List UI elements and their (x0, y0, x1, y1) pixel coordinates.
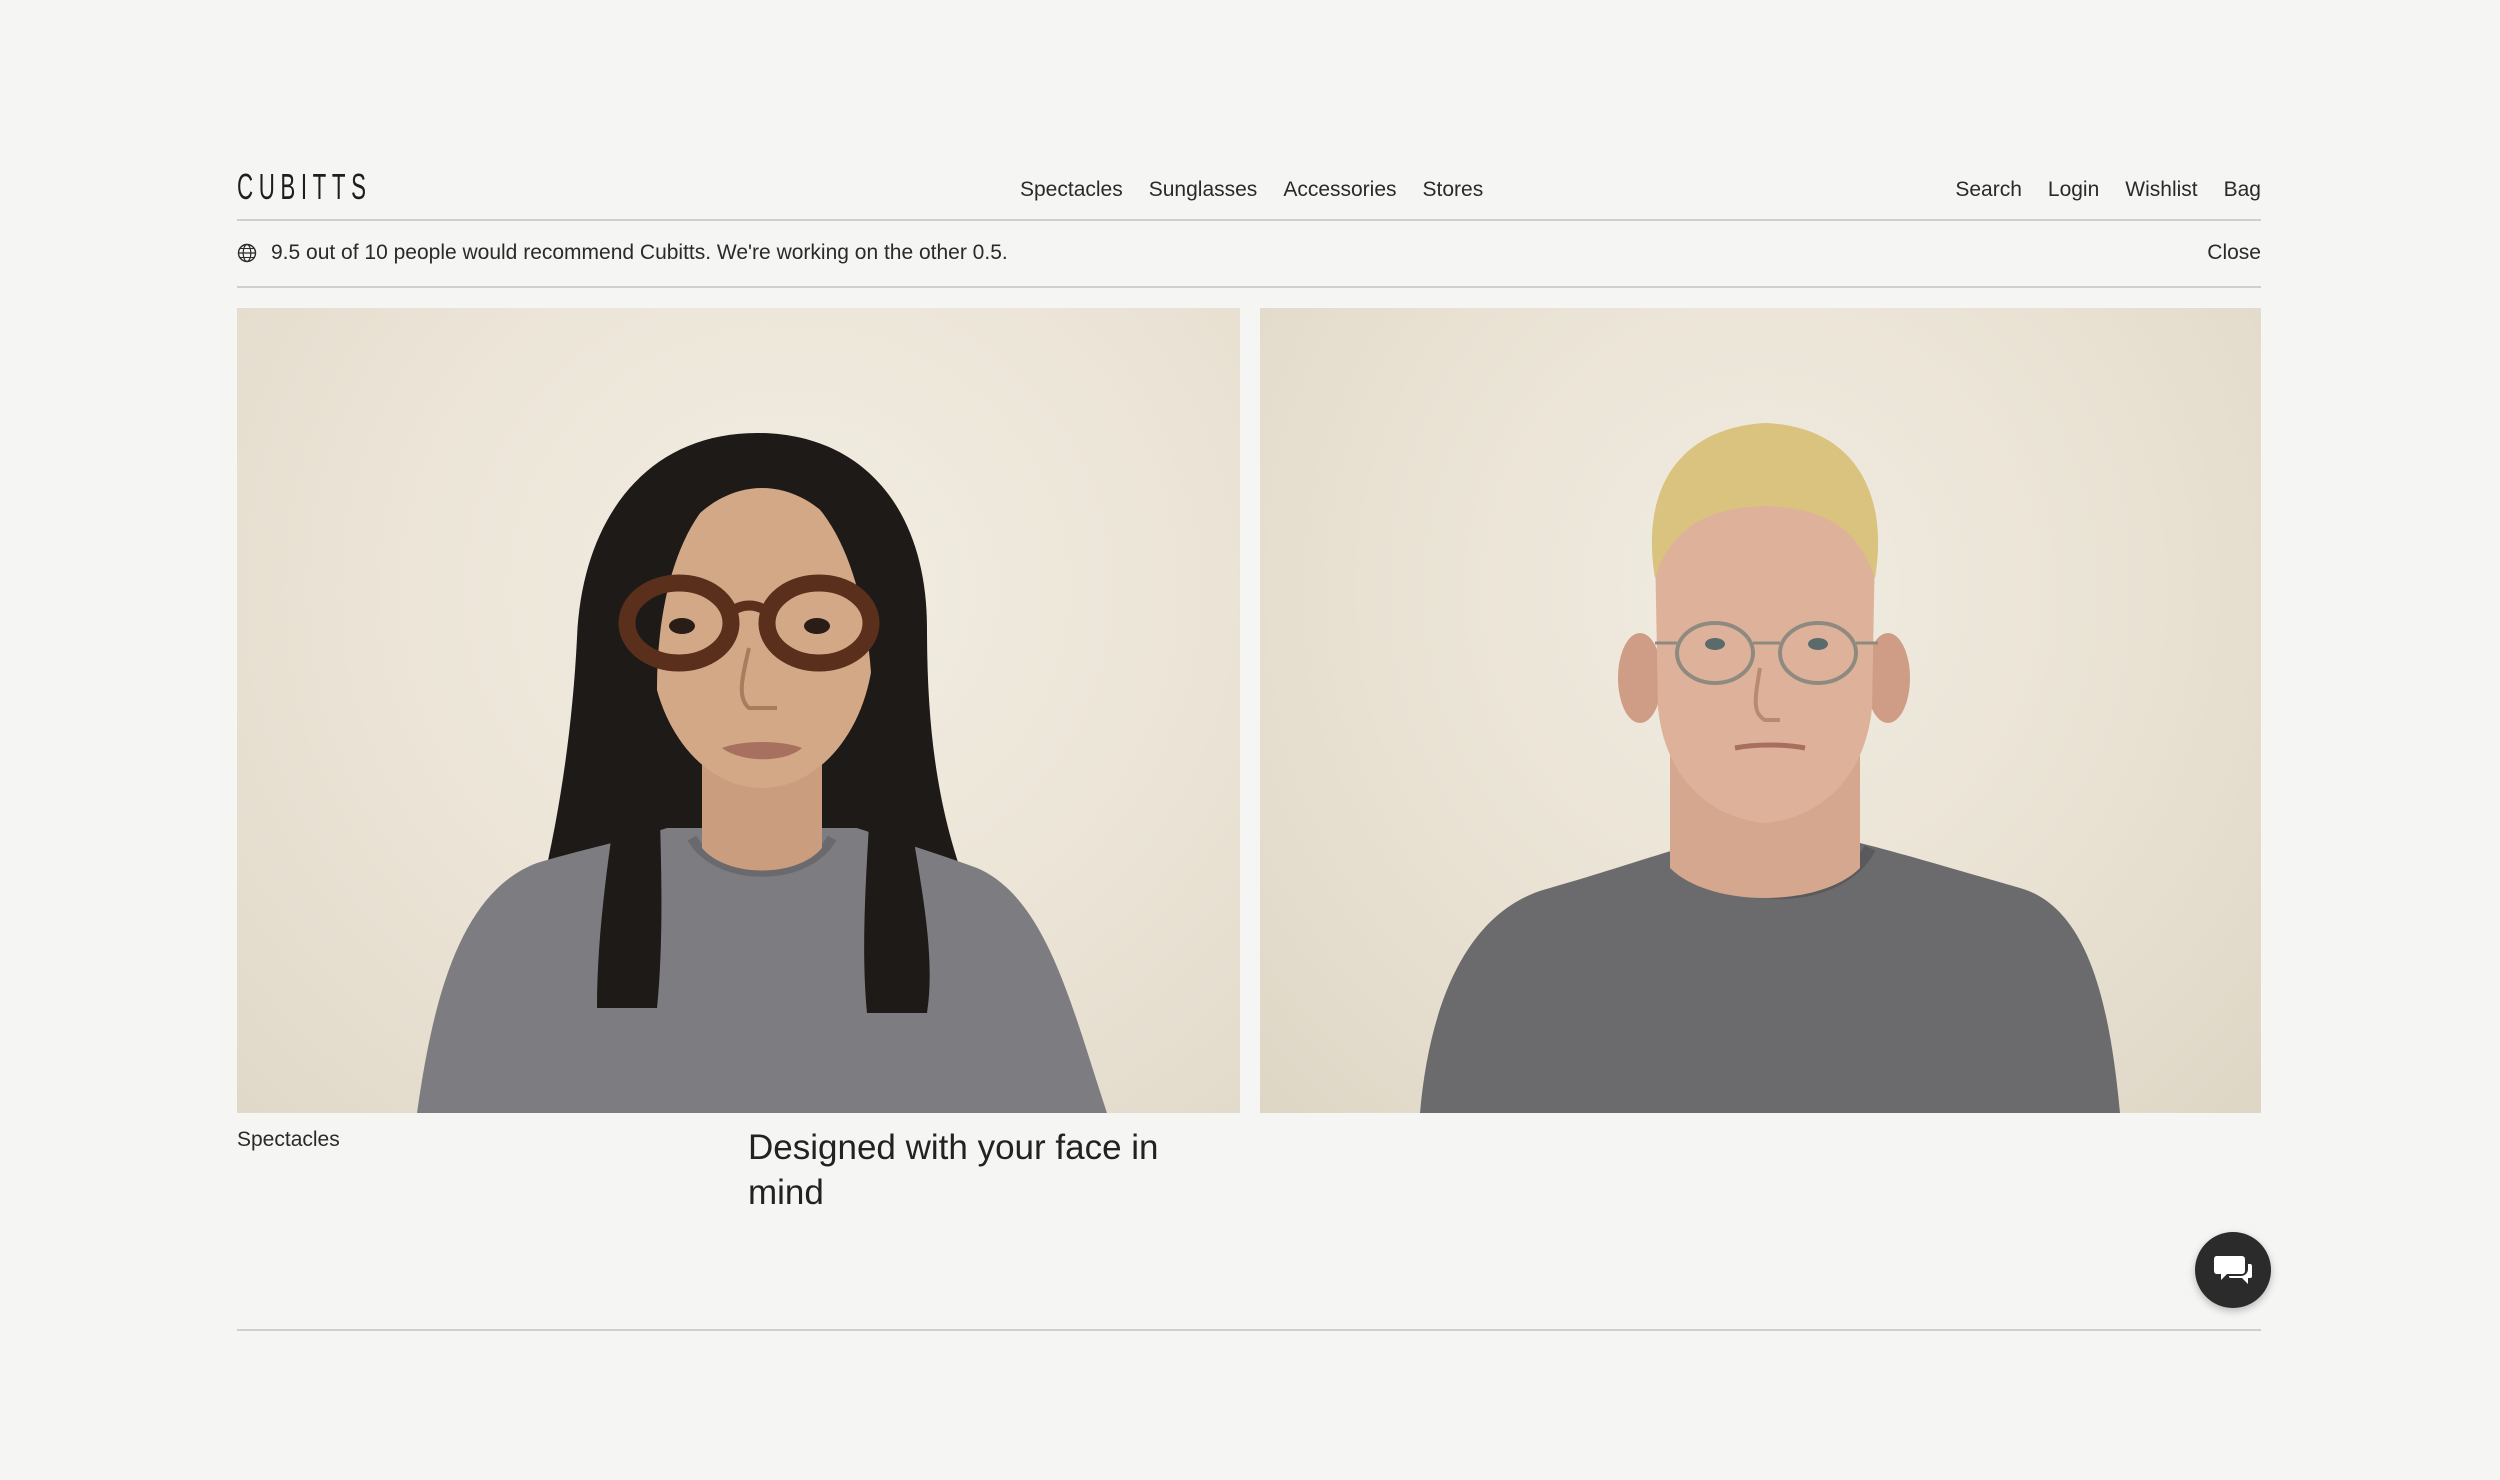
man-portrait-illustration (1420, 423, 2120, 1113)
bag-link[interactable]: Bag (2224, 178, 2261, 202)
nav-link-stores[interactable]: Stores (1423, 178, 1484, 202)
hero-image-left[interactable] (237, 308, 1240, 1113)
chat-bubbles-icon (2214, 1256, 2252, 1284)
page: CUBITTS Spectacles Sunglasses Accessorie… (0, 0, 2500, 1480)
site-header: CUBITTS Spectacles Sunglasses Accessorie… (237, 160, 2261, 221)
primary-nav: Spectacles Sunglasses Accessories Stores (1020, 178, 1483, 202)
nav-link-accessories[interactable]: Accessories (1283, 178, 1396, 202)
utility-nav: Search Login Wishlist Bag (1955, 178, 2261, 202)
wishlist-link[interactable]: Wishlist (2125, 178, 2197, 202)
announcement-bar: 9.5 out of 10 people would recommend Cub… (237, 221, 2261, 288)
woman-portrait-illustration (417, 433, 1107, 1113)
globe-icon (237, 243, 257, 263)
brand-logo[interactable]: CUBITTS (237, 166, 372, 208)
hero-headline: Designed with your face in mind (748, 1128, 1159, 1212)
category-label[interactable]: Spectacles (237, 1128, 340, 1152)
announcement-close-button[interactable]: Close (2207, 241, 2261, 265)
login-link[interactable]: Login (2048, 178, 2099, 202)
hero-image-right[interactable] (1260, 308, 2261, 1113)
search-link[interactable]: Search (1955, 178, 2022, 202)
nav-link-sunglasses[interactable]: Sunglasses (1149, 178, 1258, 202)
announcement-text: 9.5 out of 10 people would recommend Cub… (271, 241, 1008, 264)
nav-link-spectacles[interactable]: Spectacles (1020, 178, 1123, 202)
chat-button[interactable] (2195, 1232, 2271, 1308)
section-divider (237, 1329, 2261, 1331)
